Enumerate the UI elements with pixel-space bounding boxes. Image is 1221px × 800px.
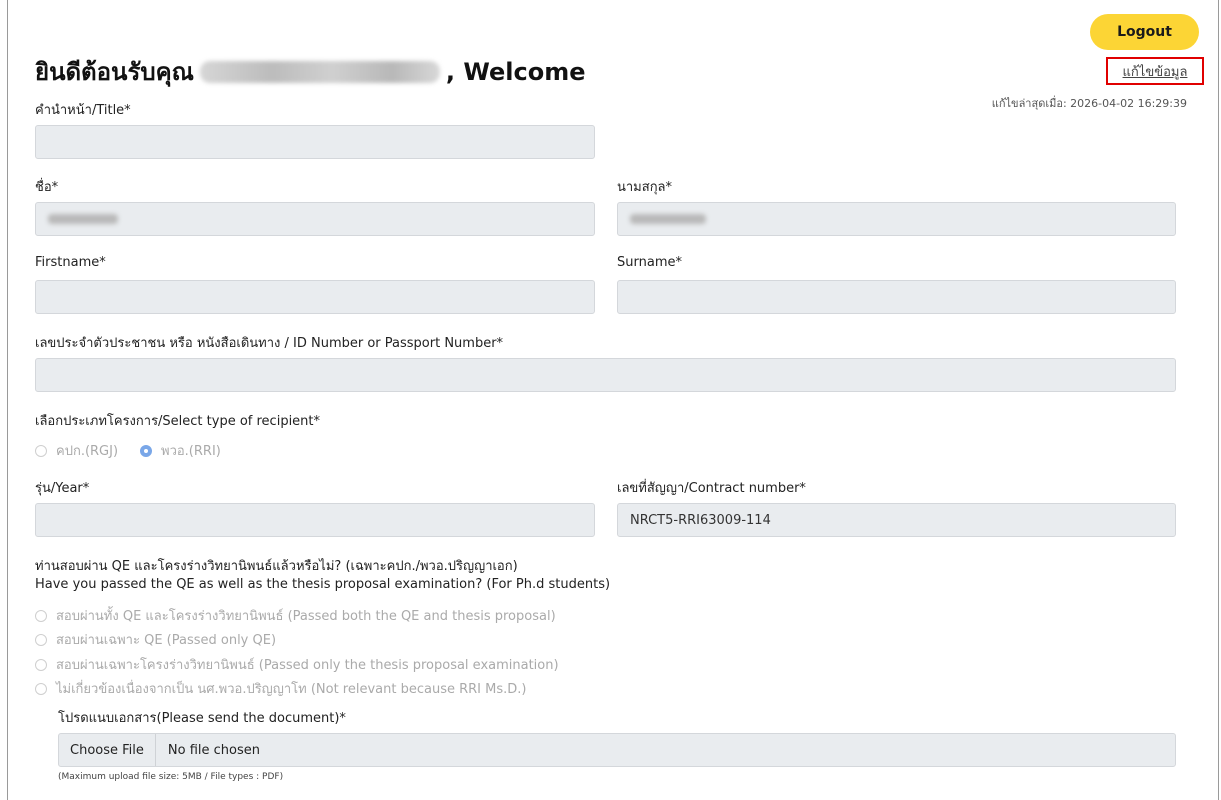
edit-profile-highlight: แก้ไขข้อมูล <box>1106 57 1204 85</box>
qe-option-qe-only[interactable]: สอบผ่านเฉพาะ QE (Passed only QE) <box>35 629 276 650</box>
file-status-text: No file chosen <box>167 742 260 758</box>
file-upload-input[interactable]: Choose File No file chosen <box>58 733 1176 767</box>
upload-hint: (Maximum upload file size: 5MB / File ty… <box>58 772 284 782</box>
logout-button[interactable]: Logout <box>1090 14 1199 50</box>
firstname-field[interactable] <box>35 280 595 314</box>
welcome-heading: ยินดีต้อนรับคุณ , Welcome <box>35 52 586 91</box>
choose-file-button[interactable]: Choose File <box>59 734 156 766</box>
surname-label: Surname* <box>617 255 682 270</box>
year-field[interactable] <box>35 503 595 537</box>
surname-field[interactable] <box>617 280 1176 314</box>
thai-surname-field[interactable] <box>617 202 1176 236</box>
qe-question-thai: ท่านสอบผ่าน QE และโครงร่างวิทยานิพนธ์แล้… <box>35 559 518 574</box>
redacted-name <box>199 61 440 83</box>
id-number-label: เลขประจำตัวประชาชน หรือ หนังสือเดินทาง /… <box>35 336 504 351</box>
welcome-suffix: , Welcome <box>445 58 586 86</box>
contract-number-field[interactable]: NRCT5-RRI63009-114 <box>617 503 1176 537</box>
radio-icon[interactable] <box>35 682 47 695</box>
thai-firstname-label: ชื่อ* <box>35 180 59 195</box>
contract-number-label: เลขที่สัญญา/Contract number* <box>617 481 806 496</box>
recipient-type-label: เลือกประเภทโครงการ/Select type of recipi… <box>35 414 321 429</box>
firstname-label: Firstname* <box>35 255 106 270</box>
id-number-field[interactable] <box>35 358 1176 392</box>
year-label: รุ่น/Year* <box>35 481 90 496</box>
thai-firstname-field[interactable] <box>35 202 595 236</box>
qe-question-english: Have you passed the QE as well as the th… <box>35 577 611 592</box>
radio-icon[interactable] <box>35 444 47 457</box>
redacted-firstname <box>48 214 118 224</box>
qe-option-not-relevant[interactable]: ไม่เกี่ยวข้องเนื่องจากเป็น นศ.พวอ.ปริญญา… <box>35 678 526 699</box>
title-label: คำนำหน้า/Title* <box>35 103 131 118</box>
thai-surname-label: นามสกุล* <box>617 180 673 195</box>
radio-icon[interactable] <box>35 609 47 622</box>
radio-checked-icon[interactable] <box>140 444 152 457</box>
redacted-surname <box>630 214 706 224</box>
document-label: โปรดแนบเอกสาร(Please send the document)* <box>58 711 346 726</box>
recipient-option-rgj[interactable]: คปก.(RGJ) <box>35 440 118 461</box>
radio-icon[interactable] <box>35 658 47 671</box>
qe-option-both[interactable]: สอบผ่านทั้ง QE และโครงร่างวิทยานิพนธ์ (P… <box>35 605 556 626</box>
last-edited-timestamp: แก้ไขล่าสุดเมื่อ: 2026-04-02 16:29:39 <box>991 97 1187 110</box>
edit-profile-link[interactable]: แก้ไขข้อมูล <box>1123 61 1188 82</box>
welcome-prefix: ยินดีต้อนรับคุณ <box>35 58 194 86</box>
title-field[interactable] <box>35 125 595 159</box>
radio-icon[interactable] <box>35 633 47 646</box>
qe-option-proposal-only[interactable]: สอบผ่านเฉพาะโครงร่างวิทยานิพนธ์ (Passed … <box>35 654 559 675</box>
recipient-option-rri[interactable]: พวอ.(RRI) <box>140 440 221 461</box>
